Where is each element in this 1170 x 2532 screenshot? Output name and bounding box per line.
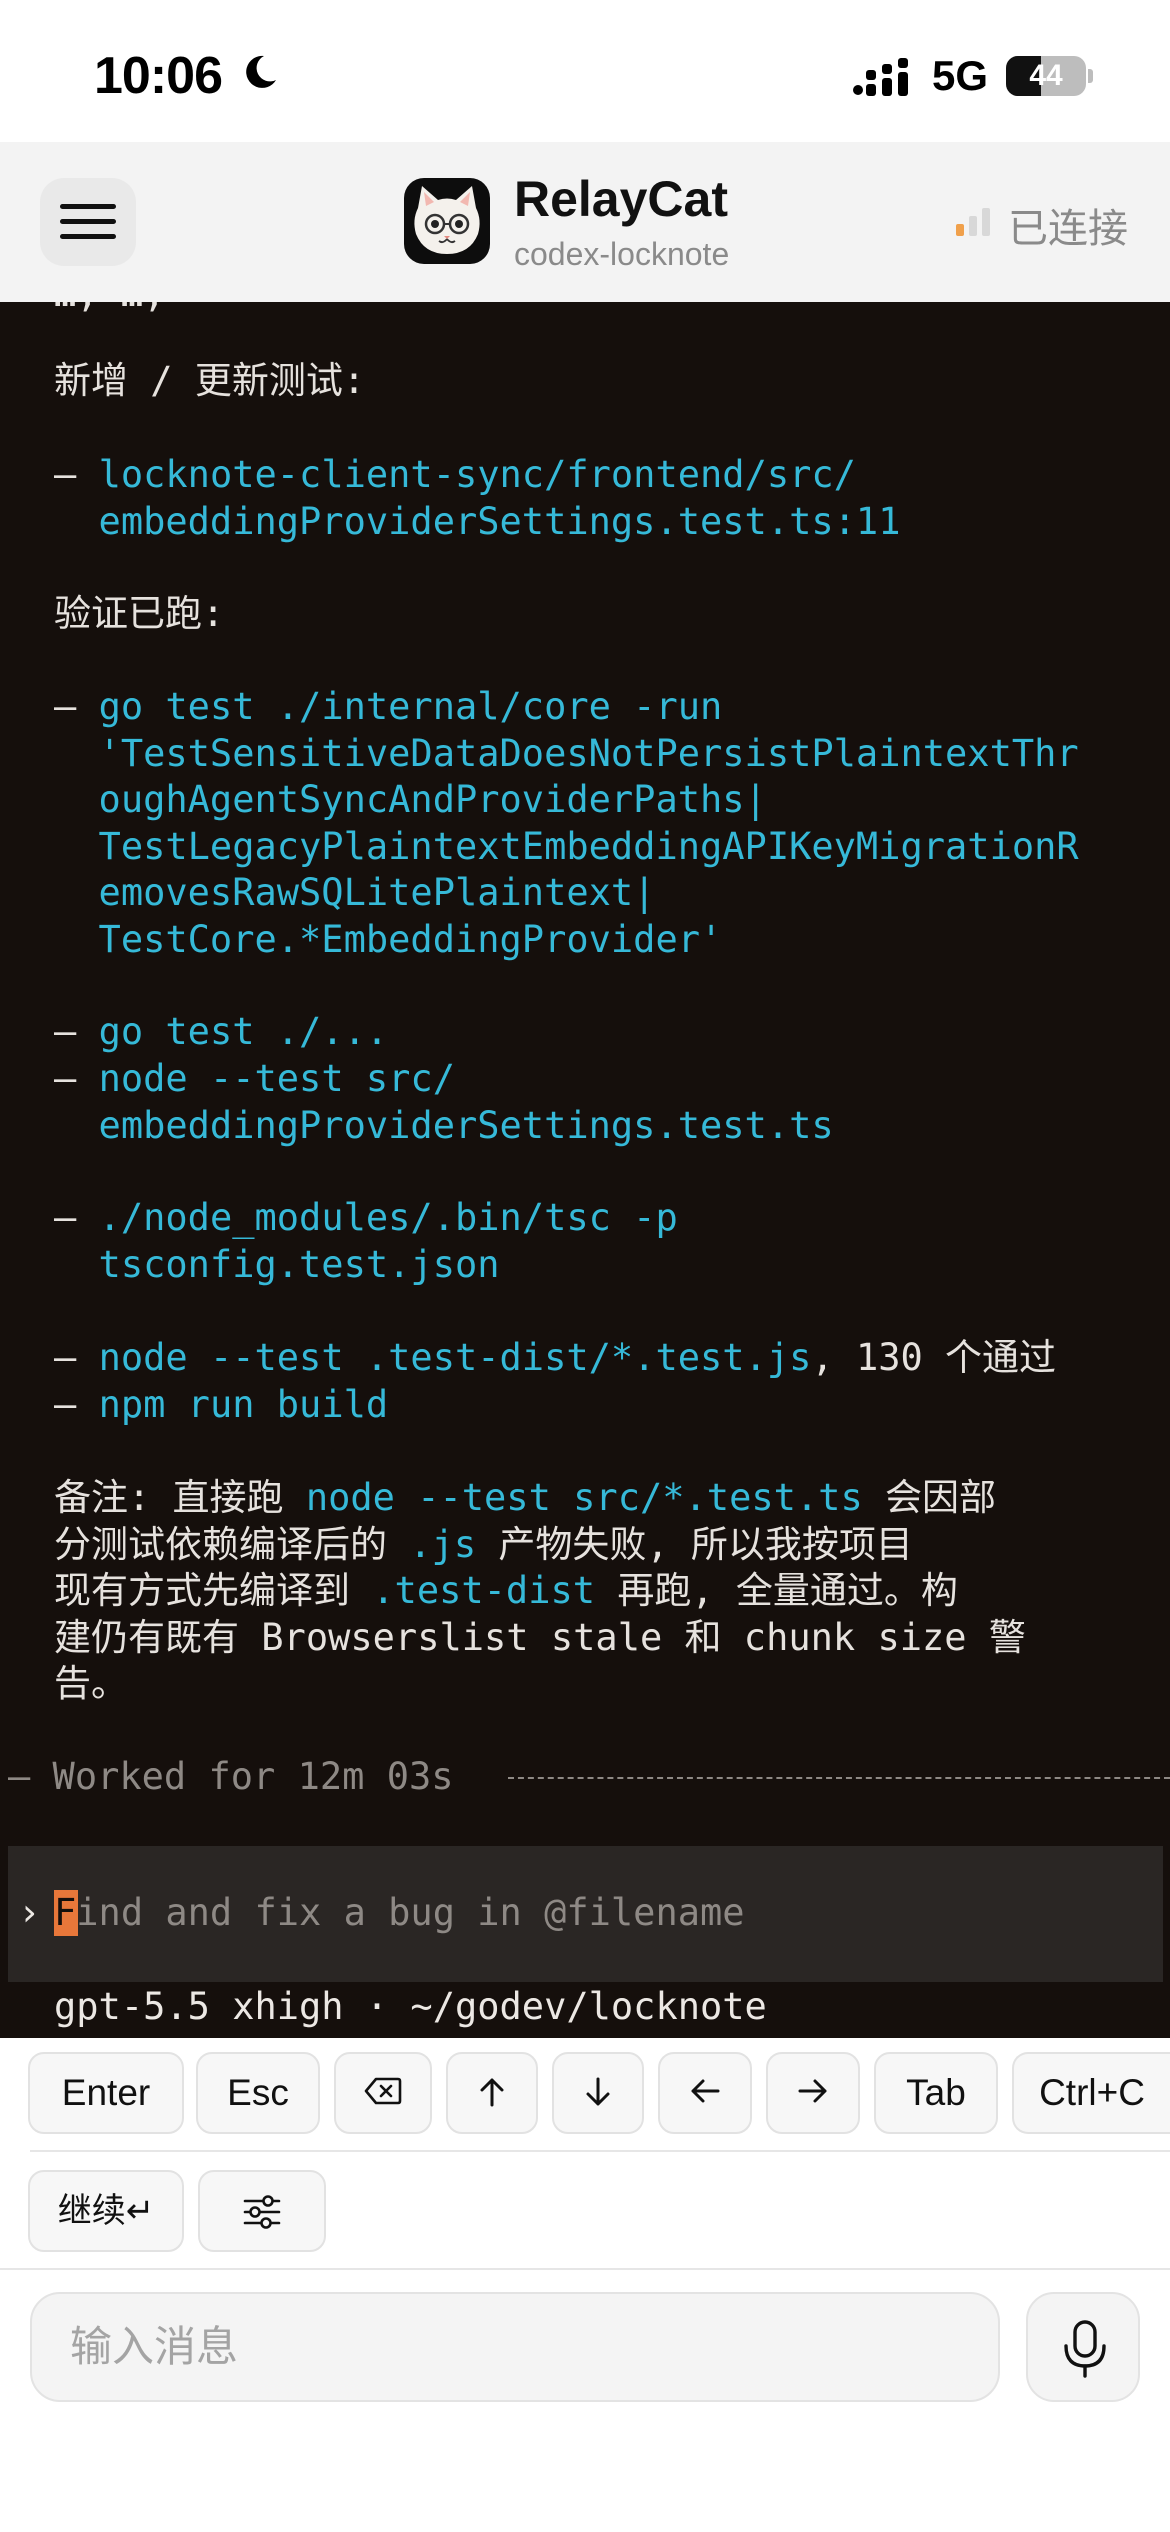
verified-heading: 验证已跑: <box>54 592 225 635</box>
command-text: go test ./... <box>98 1010 389 1053</box>
hamburger-menu-icon <box>60 204 116 239</box>
sliders-icon <box>243 2195 281 2229</box>
keys-divider <box>30 2150 1170 2152</box>
shortcut-keys: Enter Esc Tab Ctrl+C 继续↵ <box>0 2038 1170 2268</box>
arrow-left-icon <box>691 2079 720 2103</box>
continue-key[interactable]: 继续↵ <box>28 2170 184 2252</box>
app-logo <box>404 178 490 264</box>
note-paragraph: 备注: 直接跑 node --test src/*.test.ts 会因部 分测… <box>54 1475 1026 1708</box>
command-npm-build: – npm run build <box>54 1383 389 1426</box>
message-input-wrapper <box>30 2292 1000 2402</box>
command-text: ./node_modules/.bin/tsc -p tsconfig.test… <box>98 1196 678 1286</box>
status-time: 10:06 <box>94 47 223 105</box>
note-text: 备注: 直接跑 <box>54 1476 306 1519</box>
prompt-input[interactable]: › Find and fix a bug in @filename F <box>8 1846 1163 1982</box>
right-key[interactable] <box>766 2052 860 2134</box>
command-result: , 130 个通过 <box>811 1336 1057 1379</box>
command-text: npm run build <box>98 1383 389 1426</box>
prompt-chevron: › <box>18 1891 41 1934</box>
message-bar <box>0 2268 1170 2532</box>
command-node-test-src: – node --test src/ embeddingProviderSett… <box>54 1057 834 1147</box>
tests-heading: 新增 / 更新测试: <box>54 359 366 402</box>
divider-line <box>508 1777 1170 1779</box>
arrow-right-icon <box>798 2079 827 2103</box>
backspace-key[interactable] <box>334 2052 432 2134</box>
battery-cap <box>1088 69 1093 83</box>
model-info: gpt-5.5 xhigh · ~/godev/locknote <box>54 1985 767 2028</box>
settings-key[interactable] <box>198 2170 326 2252</box>
terminal-output[interactable]: …, …, 新增 / 更新测试: – locknote-client-sync/… <box>0 302 1170 2038</box>
network-type: 5G <box>932 52 989 99</box>
command-node-test-dist: – node --test .test-dist/*.test.js, 130 … <box>54 1336 1057 1379</box>
status-bar: 10:06 5G 44 <box>0 0 1170 142</box>
tab-key[interactable]: Tab <box>874 2052 998 2134</box>
prompt-placeholder: Find and fix a bug in @filename <box>54 1891 745 1934</box>
arrow-down-icon <box>586 2077 610 2106</box>
signal-icon <box>853 58 908 96</box>
test-file-path: locknote-client-sync/frontend/src/ embed… <box>98 453 901 543</box>
left-key[interactable] <box>658 2052 752 2134</box>
menu-button[interactable] <box>40 178 136 266</box>
clipped-line: …, …, <box>54 302 165 315</box>
note-js: .js <box>409 1522 477 1566</box>
command-text: go test ./internal/core -run 'TestSensit… <box>98 685 1079 961</box>
app-header: RelayCat codex-locknote 已连接 <box>0 142 1170 302</box>
app-title: RelayCat <box>514 171 728 227</box>
test-file-line: – locknote-client-sync/frontend/src/ emb… <box>54 452 900 545</box>
up-key[interactable] <box>446 2052 538 2134</box>
command-go-test-run: – go test ./internal/core -run 'TestSens… <box>54 684 1079 963</box>
message-input[interactable] <box>68 2294 972 2400</box>
connection-signal-icon <box>956 208 990 236</box>
microphone-icon <box>1064 2320 1106 2378</box>
note-command: node --test src/*.test.ts <box>305 1476 863 1519</box>
worked-time: — Worked for 12m 03s <box>8 1755 476 1798</box>
text-cursor: F <box>54 1890 78 1936</box>
bullet: – <box>54 453 99 496</box>
note-dist: .test-dist <box>372 1569 596 1612</box>
cursor-char: F <box>54 1891 77 1934</box>
backspace-icon <box>364 2077 402 2105</box>
cat-logo-icon <box>414 186 480 254</box>
bullet: – <box>54 685 99 728</box>
arrow-up-icon <box>480 2078 504 2107</box>
enter-key[interactable]: Enter <box>28 2052 184 2134</box>
command-text: node --test src/ embeddingProviderSettin… <box>98 1057 834 1147</box>
command-text: node --test .test-dist/*.test.js <box>98 1336 812 1379</box>
command-go-test-all: – go test ./... <box>54 1010 389 1053</box>
moon-icon <box>246 55 276 88</box>
mic-button[interactable] <box>1026 2292 1140 2402</box>
session-name: codex-locknote <box>514 236 730 272</box>
battery-icon: 44 <box>1006 56 1086 96</box>
connection-label: 已连接 <box>1008 207 1128 251</box>
esc-key[interactable]: Esc <box>196 2052 320 2134</box>
worked-divider: — Worked for 12m 03s <box>0 1754 1170 1800</box>
command-tsc: – ./node_modules/.bin/tsc -p tsconfig.te… <box>54 1196 678 1286</box>
down-key[interactable] <box>552 2052 644 2134</box>
ctrl-c-key[interactable]: Ctrl+C <box>1012 2052 1170 2134</box>
battery-level: 44 <box>1029 59 1063 92</box>
